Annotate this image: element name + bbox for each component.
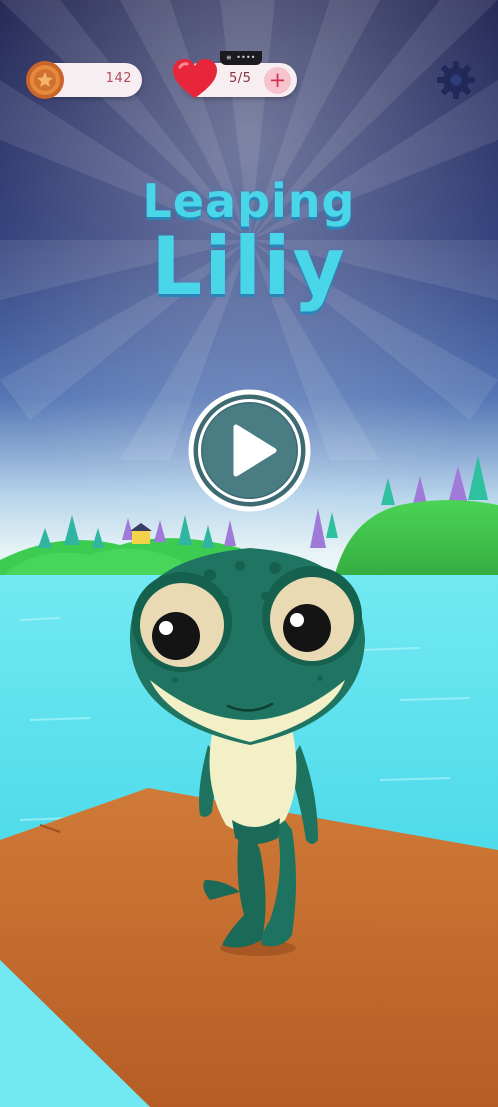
- heart-icon: [173, 59, 217, 98]
- coin-star-icon: [26, 61, 64, 99]
- play-button[interactable]: [186, 387, 313, 514]
- status-notch-tag: ≡ ••••: [220, 51, 262, 65]
- gear-icon[interactable]: [436, 60, 476, 100]
- game-scene-background: [0, 0, 498, 1107]
- add-lives-button[interactable]: +: [264, 67, 291, 94]
- coin-count: 142: [105, 71, 132, 86]
- game-title-line-2: Liliy: [151, 220, 347, 313]
- lives-count: 5/5: [229, 71, 252, 86]
